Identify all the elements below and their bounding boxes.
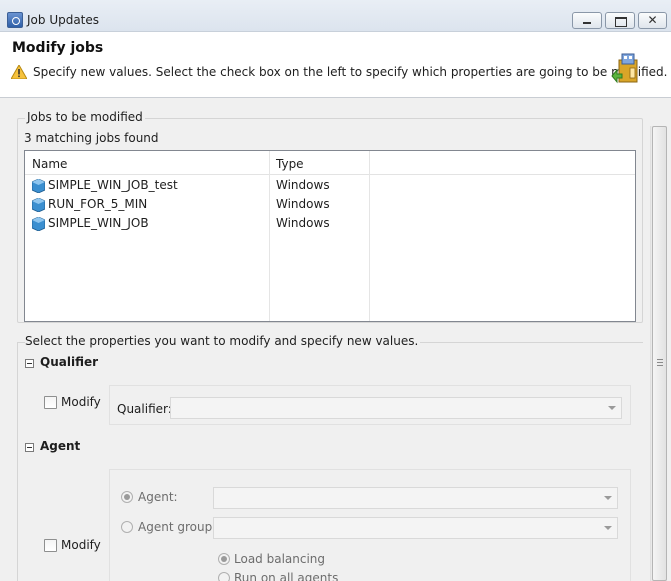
wizard-header: Modify jobs Specify new values. Select t… xyxy=(0,32,671,98)
job-type: Windows xyxy=(276,178,330,192)
chevron-down-icon[interactable] xyxy=(604,496,612,500)
properties-label: Select the properties you want to modify… xyxy=(25,334,421,348)
grip-icon xyxy=(657,359,663,360)
job-icon xyxy=(32,217,45,231)
qualifier-section-title[interactable]: Qualifier xyxy=(40,355,98,369)
table-row[interactable]: SIMPLE_WIN_JOB Windows xyxy=(25,214,635,233)
chevron-down-icon[interactable] xyxy=(604,526,612,530)
load-balancing-radio[interactable] xyxy=(218,553,230,565)
qualifier-modify-label[interactable]: Modify xyxy=(61,395,101,409)
job-name: SIMPLE_WIN_JOB xyxy=(48,216,149,230)
agent-radio[interactable] xyxy=(121,491,133,503)
minimize-button[interactable] xyxy=(572,12,602,29)
jobs-group-label: Jobs to be modified xyxy=(25,110,145,124)
close-button[interactable]: ✕ xyxy=(638,12,667,29)
agent-group-combo[interactable] xyxy=(213,517,618,539)
grip-icon xyxy=(657,362,663,363)
wizard-content: Jobs to be modified 3 matching jobs foun… xyxy=(0,98,671,581)
wizard-banner-icon xyxy=(611,53,638,84)
run-all-agents-radio[interactable] xyxy=(218,572,230,581)
column-header-name[interactable]: Name xyxy=(32,157,67,171)
agent-combo[interactable] xyxy=(213,487,618,509)
close-icon: ✕ xyxy=(647,13,658,27)
warning-icon xyxy=(11,65,27,79)
maximize-button[interactable] xyxy=(605,12,635,29)
agent-group-label: Agent group: xyxy=(138,520,217,534)
job-icon xyxy=(32,179,45,193)
match-count: 3 matching jobs found xyxy=(24,131,159,145)
grip-icon xyxy=(657,365,663,366)
jobs-table: Name Type SIMPLE_WIN_JOB_test Windows RU… xyxy=(24,150,636,322)
collapse-icon[interactable] xyxy=(25,443,34,452)
chevron-down-icon[interactable] xyxy=(608,406,616,410)
app-icon xyxy=(7,12,23,28)
table-row[interactable]: RUN_FOR_5_MIN Windows xyxy=(25,195,635,214)
job-icon xyxy=(32,198,45,212)
agent-group-radio[interactable] xyxy=(121,521,133,533)
run-all-agents-label: Run on all agents xyxy=(234,571,339,581)
table-header: Name Type xyxy=(25,151,635,175)
table-row[interactable]: SIMPLE_WIN_JOB_test Windows xyxy=(25,176,635,195)
load-balancing-label: Load balancing xyxy=(234,552,326,566)
scrollbar-thumb[interactable] xyxy=(652,126,667,581)
job-name: RUN_FOR_5_MIN xyxy=(48,197,148,211)
header-message: Specify new values. Select the check box… xyxy=(33,65,668,79)
window-title: Job Updates xyxy=(27,13,100,27)
qualifier-combo[interactable] xyxy=(170,397,622,419)
window-titlebar: Job Updates ✕ xyxy=(0,0,671,32)
collapse-icon[interactable] xyxy=(25,359,34,368)
agent-modify-label[interactable]: Modify xyxy=(61,538,101,552)
job-type: Windows xyxy=(276,216,330,230)
agent-section-title[interactable]: Agent xyxy=(40,439,80,453)
column-header-type[interactable]: Type xyxy=(276,157,304,171)
agent-label: Agent: xyxy=(138,490,178,504)
page-title: Modify jobs xyxy=(12,40,104,56)
job-type: Windows xyxy=(276,197,330,211)
qualifier-label: Qualifier: xyxy=(117,402,172,416)
agent-modify-checkbox[interactable] xyxy=(44,539,57,552)
job-name: SIMPLE_WIN_JOB_test xyxy=(48,178,178,192)
qualifier-modify-checkbox[interactable] xyxy=(44,396,57,409)
vertical-scrollbar[interactable] xyxy=(650,126,667,581)
